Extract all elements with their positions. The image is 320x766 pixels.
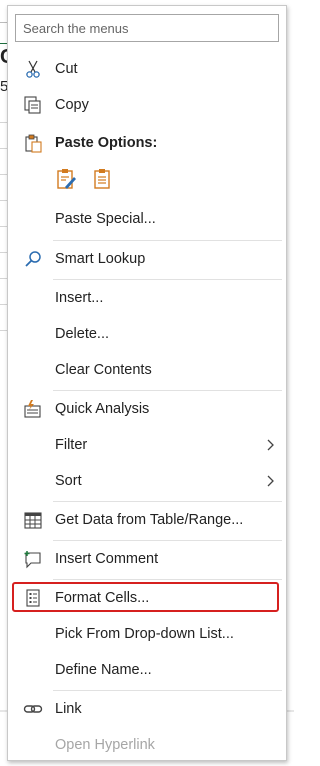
menu-item-get-data[interactable]: Get Data from Table/Range... <box>10 503 284 537</box>
menu-item-label: Link <box>55 701 82 717</box>
link-icon <box>22 698 44 720</box>
menu-item-pick-from-dropdown[interactable]: Pick From Drop-down List... <box>10 617 284 651</box>
menu-item-sort[interactable]: Sort <box>10 464 284 498</box>
menu-item-label: Paste Options: <box>55 135 158 151</box>
menu-item-label: Sort <box>55 473 82 489</box>
paste-formatting-icon[interactable] <box>53 166 79 192</box>
search-icon <box>22 248 44 270</box>
scissors-icon <box>22 58 44 80</box>
menu-item-filter[interactable]: Filter <box>10 428 284 462</box>
table-icon <box>22 509 44 531</box>
menu-item-quick-analysis[interactable]: Quick Analysis <box>10 392 284 426</box>
menu-item-insert[interactable]: Insert... <box>10 281 284 315</box>
menu-item-copy[interactable]: Copy <box>10 88 284 122</box>
separator <box>53 390 282 391</box>
separator <box>53 279 282 280</box>
menu-item-paste-special[interactable]: Paste Special... <box>10 202 284 236</box>
menu-item-insert-comment[interactable]: Insert Comment <box>10 542 284 576</box>
quick-analysis-icon <box>22 398 44 420</box>
menu-item-smart-lookup[interactable]: Smart Lookup <box>10 242 284 276</box>
copy-icon <box>22 94 44 116</box>
menu-item-label: Pick From Drop-down List... <box>55 626 234 642</box>
search-input[interactable] <box>15 14 279 42</box>
menu-item-label: Quick Analysis <box>55 401 150 417</box>
menu-item-label: Get Data from Table/Range... <box>55 512 244 528</box>
menu-item-link[interactable]: Link <box>10 692 284 726</box>
context-menu: Cut Copy Paste Options: <box>7 5 287 761</box>
menu-item-label: Filter <box>55 437 88 453</box>
separator <box>53 540 282 541</box>
menu-item-label: Open Hyperlink <box>55 737 155 753</box>
format-cells-highlight-box <box>12 582 279 612</box>
chevron-right-icon <box>266 474 276 488</box>
menu-item-label: Delete... <box>55 326 109 342</box>
menu-item-label: Define Name... <box>55 662 152 678</box>
separator <box>53 690 282 691</box>
clipboard-icon <box>22 132 44 154</box>
separator <box>53 501 282 502</box>
separator <box>53 579 282 580</box>
menu-item-label: Insert Comment <box>55 551 159 567</box>
menu-item-label: Insert... <box>55 290 104 306</box>
menu-item-open-hyperlink: Open Hyperlink <box>10 728 284 762</box>
paste-icon[interactable] <box>89 166 115 192</box>
menu-item-label: Smart Lookup <box>55 251 146 267</box>
menu-item-define-name[interactable]: Define Name... <box>10 653 284 687</box>
menu-item-clear-contents[interactable]: Clear Contents <box>10 353 284 387</box>
menu-item-label: Copy <box>55 97 89 113</box>
separator <box>53 240 282 241</box>
menu-item-label: Cut <box>55 61 78 77</box>
chevron-right-icon <box>266 438 276 452</box>
menu-item-cut[interactable]: Cut <box>10 52 284 86</box>
comment-icon <box>22 548 44 570</box>
menu-item-label: Paste Special... <box>55 211 156 227</box>
menu-item-label: Clear Contents <box>55 362 152 378</box>
paste-options-header: Paste Options: <box>10 126 284 160</box>
paste-options-row <box>53 164 115 194</box>
menu-item-delete[interactable]: Delete... <box>10 317 284 351</box>
